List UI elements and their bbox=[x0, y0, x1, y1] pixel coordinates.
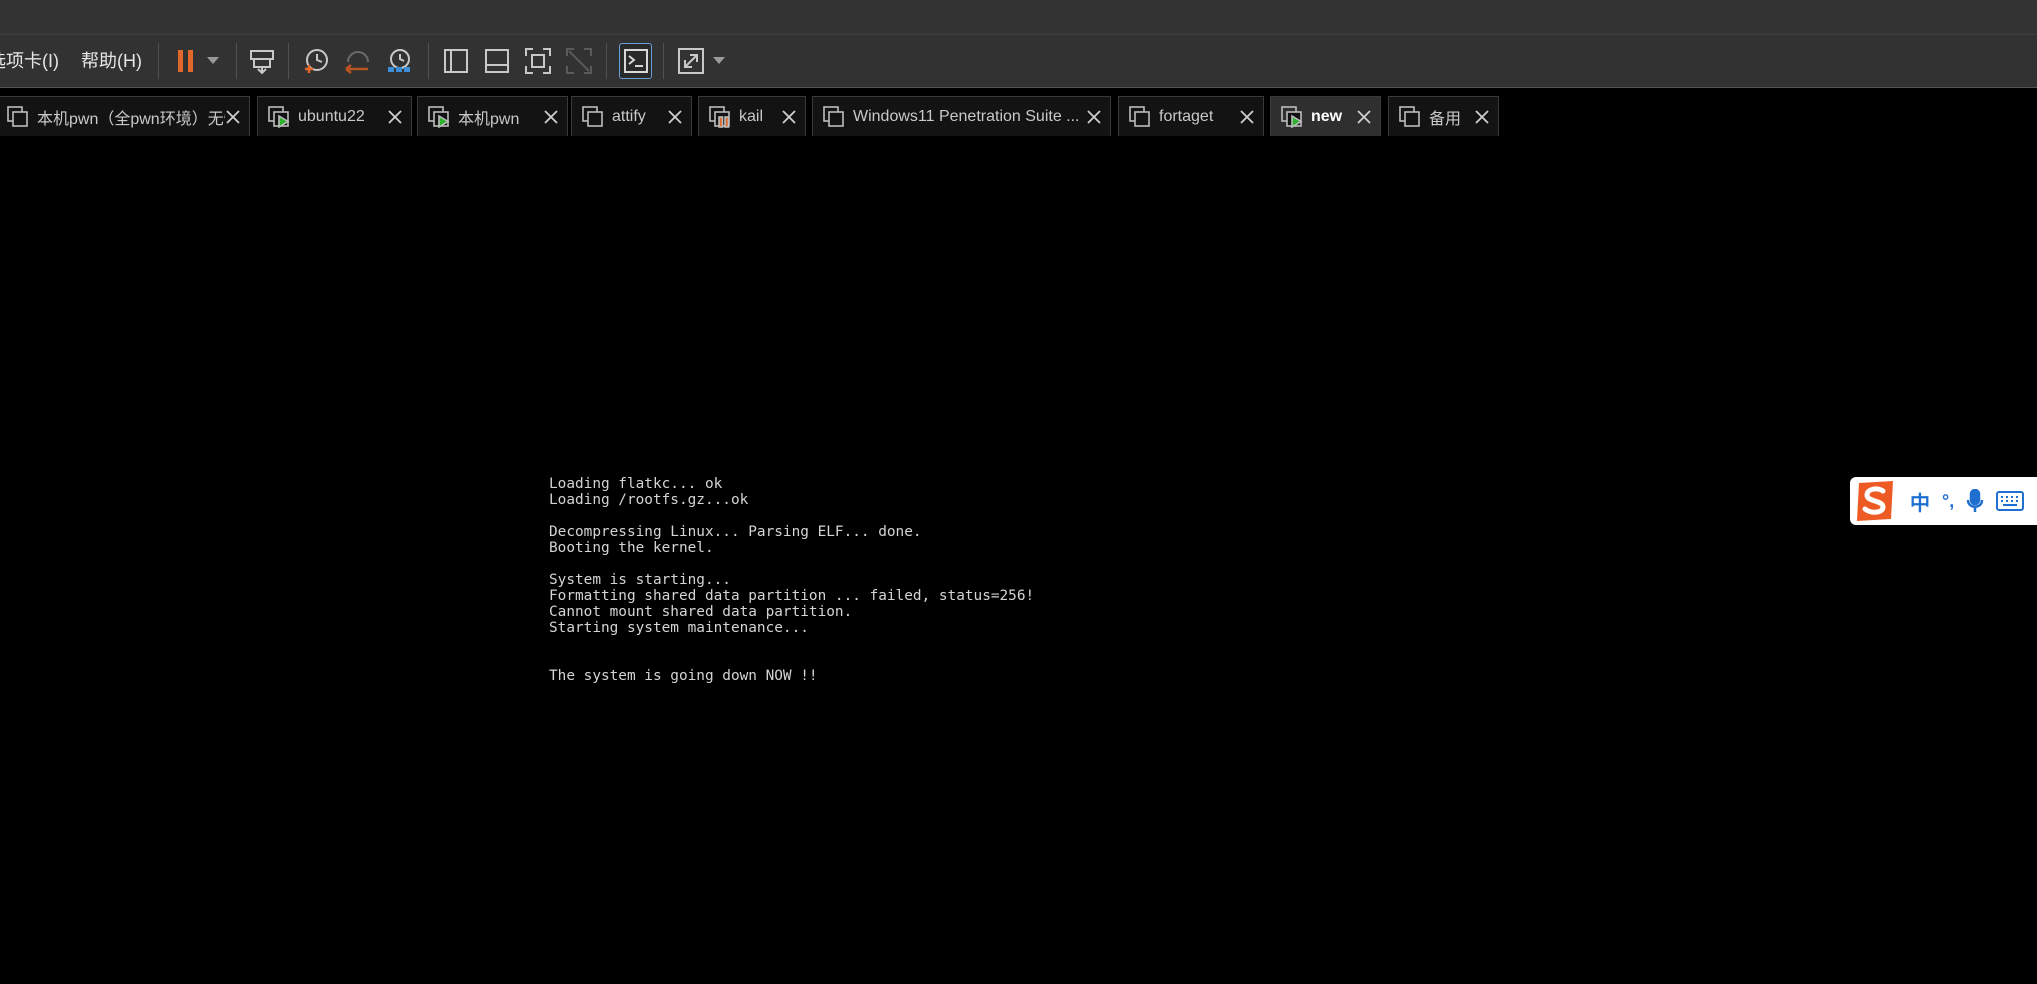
show-library-icon bbox=[444, 49, 468, 73]
close-tab-icon[interactable] bbox=[387, 109, 403, 125]
ime-mode-label[interactable]: 中 bbox=[1910, 488, 1930, 515]
revert-snapshot-button[interactable] bbox=[340, 44, 374, 78]
snapshot-manager-icon bbox=[388, 49, 410, 72]
vm-tab[interactable]: kail bbox=[698, 96, 806, 136]
vm-tab-label: Windows11 Penetration Suite ... bbox=[853, 107, 1080, 125]
vm-running-icon bbox=[268, 105, 290, 128]
vm-stopped-icon bbox=[1129, 105, 1151, 128]
vm-tab-label: ubuntu22 bbox=[298, 107, 365, 125]
toolbar-separator bbox=[288, 43, 289, 79]
vm-stopped-icon bbox=[7, 105, 29, 128]
snapshot-icon bbox=[305, 49, 328, 73]
close-tab-icon[interactable] bbox=[1474, 109, 1490, 125]
vm-tab[interactable]: attify bbox=[571, 96, 692, 136]
console-line: Decompressing Linux... Parsing ELF... do… bbox=[549, 524, 922, 540]
revert-snapshot-icon bbox=[345, 51, 369, 74]
send-ctrl-alt-del-icon bbox=[250, 50, 274, 75]
vm-tab[interactable]: Windows11 Penetration Suite ... bbox=[812, 96, 1111, 136]
vm-tab-label: 本机pwn（全pwn环境）无忧... bbox=[37, 110, 225, 128]
console-view-icon bbox=[623, 49, 648, 73]
console-line: Formatting shared data partition ... fai… bbox=[549, 588, 1035, 604]
ime-punctuation-label[interactable]: °, bbox=[1942, 488, 1954, 514]
dropdown-arrow-icon bbox=[207, 57, 219, 64]
pause-icon bbox=[178, 50, 193, 72]
toolbar-separator bbox=[663, 43, 664, 79]
thumbnail-bar-button[interactable] bbox=[480, 44, 514, 78]
window-title-bar bbox=[0, 0, 2037, 35]
vm-tab[interactable]: new bbox=[1270, 96, 1381, 136]
console-view-button[interactable] bbox=[619, 43, 652, 79]
close-tab-icon[interactable] bbox=[1356, 109, 1372, 125]
toolbar: 选项卡(I) 帮助(H) bbox=[0, 35, 2037, 88]
vm-tab[interactable]: 备用 bbox=[1388, 96, 1499, 136]
vm-tab-label: 备用 bbox=[1429, 110, 1462, 128]
stretch-dropdown-button[interactable] bbox=[708, 44, 730, 78]
console-line: Starting system maintenance... bbox=[549, 620, 809, 636]
menu-help[interactable]: 帮助(H) bbox=[81, 49, 142, 73]
ime-toolbar[interactable]: 中 °, bbox=[1850, 477, 2037, 525]
menu-tabs[interactable]: 选项卡(I) bbox=[0, 49, 59, 73]
microphone-icon[interactable] bbox=[1966, 488, 1984, 514]
console-line: The system is going down NOW !! bbox=[549, 668, 818, 684]
vm-tab[interactable]: 本机pwn（全pwn环境）无忧... bbox=[0, 96, 250, 136]
vm-running-icon bbox=[428, 105, 450, 128]
sogou-logo-icon[interactable] bbox=[1852, 479, 1898, 523]
vm-tab[interactable]: fortaget bbox=[1118, 96, 1264, 136]
close-tab-icon[interactable] bbox=[1086, 109, 1102, 125]
thumbnail-bar-icon bbox=[485, 49, 509, 73]
full-screen-icon bbox=[525, 48, 551, 74]
stretch-dropdown-icon bbox=[713, 57, 725, 64]
take-snapshot-button[interactable] bbox=[299, 44, 333, 78]
keyboard-icon[interactable] bbox=[1996, 488, 2025, 514]
vm-tab[interactable]: ubuntu22 bbox=[257, 96, 412, 136]
vm-tab-bar: 本机pwn（全pwn环境）无忧... ubuntu22 本机pwn attify kai… bbox=[0, 88, 2037, 138]
console-line: Cannot mount shared data partition. bbox=[549, 604, 853, 620]
vm-running-icon bbox=[1281, 105, 1303, 128]
vm-tab-label: fortaget bbox=[1159, 107, 1214, 125]
console-output: Loading flatkc... ok Loading /rootfs.gz..… bbox=[549, 476, 1034, 684]
full-screen-button[interactable] bbox=[521, 44, 555, 78]
vm-stopped-icon bbox=[582, 105, 604, 128]
stretch-guest-icon bbox=[678, 48, 704, 74]
close-tab-icon[interactable] bbox=[781, 109, 797, 125]
power-dropdown-button[interactable] bbox=[197, 44, 229, 78]
toolbar-separator bbox=[428, 43, 429, 79]
unity-icon bbox=[566, 48, 592, 74]
close-tab-icon[interactable] bbox=[667, 109, 683, 125]
console-line: System is starting... bbox=[549, 572, 731, 588]
toolbar-separator bbox=[236, 43, 237, 79]
close-tab-icon[interactable] bbox=[543, 109, 559, 125]
unity-button[interactable] bbox=[562, 44, 596, 78]
console-line: Booting the kernel. bbox=[549, 540, 714, 556]
vm-tab-label: attify bbox=[612, 107, 646, 125]
toolbar-separator bbox=[158, 43, 159, 79]
close-tab-icon[interactable] bbox=[1239, 109, 1255, 125]
vm-stopped-icon bbox=[1399, 105, 1421, 128]
vm-stopped-icon bbox=[823, 105, 845, 128]
vm-tab[interactable]: 本机pwn bbox=[417, 96, 568, 136]
vm-tab-label: new bbox=[1311, 107, 1343, 125]
send-ctrl-alt-del-button[interactable] bbox=[245, 44, 279, 78]
vm-paused-icon bbox=[709, 105, 731, 128]
show-library-button[interactable] bbox=[439, 44, 473, 78]
console-line: Loading flatkc... ok bbox=[549, 476, 723, 492]
vm-tab-label: 本机pwn bbox=[458, 110, 520, 128]
toolbar-separator bbox=[606, 43, 607, 79]
snapshot-manager-button[interactable] bbox=[382, 44, 416, 78]
console-line: Loading /rootfs.gz...ok bbox=[549, 492, 749, 508]
vm-tab-label: kail bbox=[739, 107, 764, 125]
close-tab-icon[interactable] bbox=[225, 109, 241, 125]
stretch-guest-button[interactable] bbox=[674, 44, 708, 78]
